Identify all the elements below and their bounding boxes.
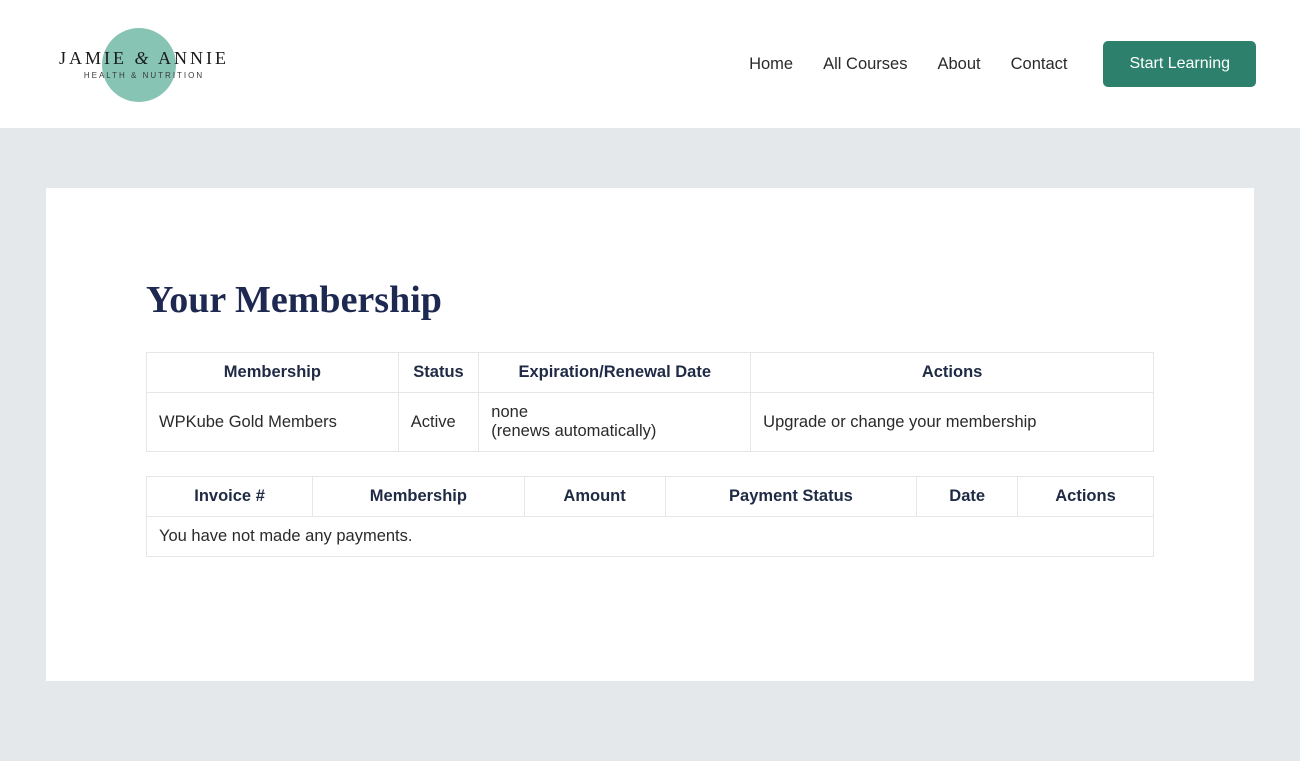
table-row-empty: You have not made any payments. (147, 517, 1154, 557)
col-expiration: Expiration/Renewal Date (479, 353, 751, 393)
upgrade-membership-link[interactable]: Upgrade or change your membership (763, 413, 1036, 431)
col-payment-status: Payment Status (665, 477, 917, 517)
nav-about[interactable]: About (937, 55, 980, 74)
empty-payments-message: You have not made any payments. (147, 517, 1154, 557)
table-header-row: Membership Status Expiration/Renewal Dat… (147, 353, 1154, 393)
col-actions2: Actions (1018, 477, 1154, 517)
col-amount: Amount (524, 477, 665, 517)
col-actions: Actions (751, 353, 1154, 393)
nav-all-courses[interactable]: All Courses (823, 55, 907, 74)
table-row: WPKube Gold Members Active none (renews … (147, 393, 1154, 452)
cell-membership: WPKube Gold Members (147, 393, 399, 452)
primary-nav: Home All Courses About Contact Start Lea… (749, 41, 1256, 87)
col-status: Status (398, 353, 479, 393)
payments-table: Invoice # Membership Amount Payment Stat… (146, 476, 1154, 557)
site-header: JAMIE & ANNIE HEALTH & NUTRITION Home Al… (0, 0, 1300, 128)
cell-expiration: none (renews automatically) (479, 393, 751, 452)
col-membership2: Membership (313, 477, 524, 517)
page-title: Your Membership (146, 278, 1154, 322)
membership-table: Membership Status Expiration/Renewal Dat… (146, 352, 1154, 452)
col-invoice: Invoice # (147, 477, 313, 517)
col-membership: Membership (147, 353, 399, 393)
table-header-row: Invoice # Membership Amount Payment Stat… (147, 477, 1154, 517)
col-date: Date (917, 477, 1018, 517)
logo-title: JAMIE & ANNIE (59, 48, 229, 69)
cell-status: Active (398, 393, 479, 452)
nav-home[interactable]: Home (749, 55, 793, 74)
page-body: Your Membership Membership Status Expira… (0, 128, 1300, 761)
content-card: Your Membership Membership Status Expira… (46, 188, 1254, 681)
cell-actions: Upgrade or change your membership (751, 393, 1154, 452)
start-learning-button[interactable]: Start Learning (1103, 41, 1256, 87)
nav-contact[interactable]: Contact (1011, 55, 1068, 74)
logo-subtitle: HEALTH & NUTRITION (84, 71, 204, 80)
site-logo[interactable]: JAMIE & ANNIE HEALTH & NUTRITION (44, 24, 244, 104)
